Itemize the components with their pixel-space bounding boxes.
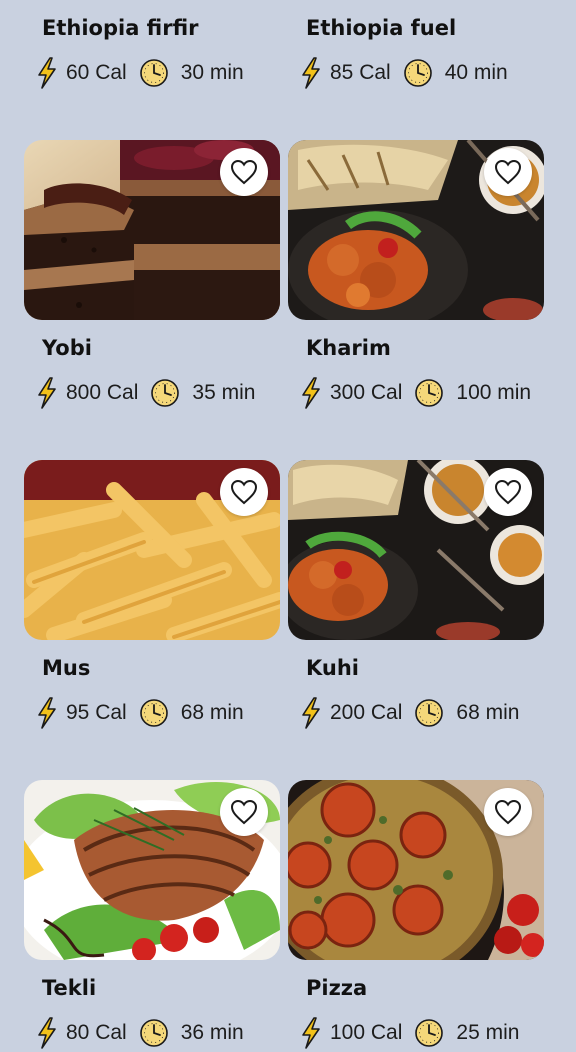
recipe-card[interactable]: Ethiopia fuel 85 Cal 40 min — [288, 0, 544, 100]
time-value: 36 min — [180, 1021, 244, 1044]
time-value: 100 min — [456, 381, 532, 404]
recipe-name: Ethiopia fuel — [306, 16, 457, 40]
recipe-name: Kharim — [306, 336, 391, 360]
calories-value: 100 Cal — [330, 1021, 403, 1044]
recipe-meta: 85 Cal 40 min — [300, 56, 508, 90]
heart-outline-icon — [230, 159, 258, 185]
recipe-card[interactable]: Mus 95 Cal 68 min — [24, 460, 280, 740]
recipe-card[interactable]: Kharim 300 Cal 100 min — [288, 140, 544, 420]
lightning-bolt-icon — [302, 1017, 320, 1049]
clock-icon — [415, 699, 444, 727]
recipe-name: Ethiopia firfir — [42, 16, 199, 40]
calories-value: 300 Cal — [330, 381, 403, 404]
recipe-meta: 80 Cal 36 min — [36, 1016, 244, 1050]
time-value: 68 min — [180, 701, 244, 724]
recipe-meta: 300 Cal 100 min — [300, 376, 531, 410]
clock-icon — [139, 1019, 168, 1047]
recipe-meta: 100 Cal 25 min — [300, 1016, 519, 1050]
heart-outline-icon — [230, 799, 258, 825]
favorite-button[interactable] — [220, 788, 268, 836]
recipe-card[interactable]: Ethiopia firfir 60 Cal 30 min — [24, 0, 280, 100]
time-value: 40 min — [444, 61, 508, 84]
clock-icon — [415, 1019, 444, 1047]
time-value: 68 min — [456, 701, 520, 724]
heart-outline-icon — [494, 799, 522, 825]
recipe-card[interactable]: Yobi 800 Cal 35 min — [24, 140, 280, 420]
calories-value: 800 Cal — [66, 381, 139, 404]
lightning-bolt-icon — [302, 697, 320, 729]
recipe-meta: 95 Cal 68 min — [36, 696, 244, 730]
favorite-button[interactable] — [220, 148, 268, 196]
recipe-meta: 200 Cal 68 min — [300, 696, 519, 730]
heart-outline-icon — [494, 159, 522, 185]
lightning-bolt-icon — [38, 57, 56, 89]
lightning-bolt-icon — [302, 57, 320, 89]
calories-value: 80 Cal — [66, 1021, 127, 1044]
calories-value: 200 Cal — [330, 701, 403, 724]
recipe-name: Kuhi — [306, 656, 360, 680]
time-value: 25 min — [456, 1021, 520, 1044]
recipe-card[interactable]: Kuhi 200 Cal 68 min — [288, 460, 544, 740]
time-value: 30 min — [180, 61, 244, 84]
recipe-name: Pizza — [306, 976, 368, 1000]
favorite-button[interactable] — [484, 788, 532, 836]
favorite-button[interactable] — [484, 468, 532, 516]
clock-icon — [415, 379, 444, 407]
lightning-bolt-icon — [38, 1017, 56, 1049]
time-value: 35 min — [192, 381, 256, 404]
clock-icon — [403, 59, 432, 87]
heart-outline-icon — [230, 479, 258, 505]
lightning-bolt-icon — [38, 697, 56, 729]
recipe-card[interactable]: Tekli 80 Cal 36 min — [24, 780, 280, 1052]
recipe-name: Yobi — [42, 336, 92, 360]
recipe-meta: 60 Cal 30 min — [36, 56, 244, 90]
calories-value: 95 Cal — [66, 701, 127, 724]
clock-icon — [139, 699, 168, 727]
recipe-name: Tekli — [42, 976, 97, 1000]
clock-icon — [139, 59, 168, 87]
heart-outline-icon — [494, 479, 522, 505]
favorite-button[interactable] — [220, 468, 268, 516]
calories-value: 85 Cal — [330, 61, 391, 84]
lightning-bolt-icon — [302, 377, 320, 409]
lightning-bolt-icon — [38, 377, 56, 409]
calories-value: 60 Cal — [66, 61, 127, 84]
recipe-meta: 800 Cal 35 min — [36, 376, 255, 410]
clock-icon — [151, 379, 180, 407]
recipe-name: Mus — [42, 656, 91, 680]
recipe-card[interactable]: Pizza 100 Cal 25 min — [288, 780, 544, 1052]
favorite-button[interactable] — [484, 148, 532, 196]
